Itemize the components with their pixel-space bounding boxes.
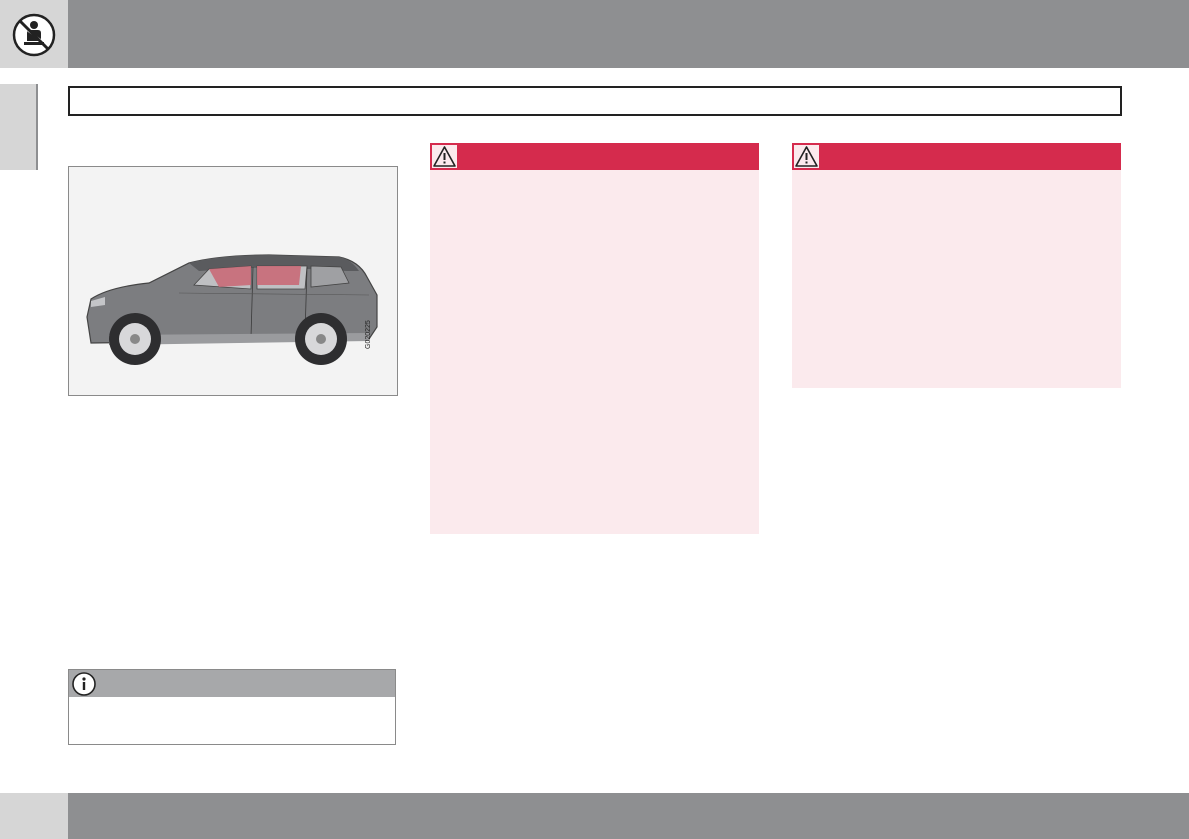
info-icon bbox=[71, 671, 97, 697]
section-title-frame bbox=[68, 86, 1122, 116]
chapter-side-tab[interactable] bbox=[0, 84, 38, 170]
footer-page-number-box bbox=[0, 793, 68, 839]
suv-side-view-illustration bbox=[86, 254, 378, 365]
warning-box bbox=[792, 143, 1121, 388]
warning-triangle-icon bbox=[794, 145, 819, 168]
warning-header bbox=[792, 143, 1121, 170]
curtain-airbag-figure: G020225 bbox=[68, 166, 398, 396]
warning-box bbox=[430, 143, 759, 534]
footer-bar bbox=[68, 793, 1189, 839]
figure-code: G020225 bbox=[365, 320, 372, 349]
warning-triangle-icon bbox=[432, 145, 457, 168]
header-bar bbox=[68, 0, 1189, 68]
note-box bbox=[68, 669, 396, 745]
note-header bbox=[69, 670, 395, 697]
seatbelt-occupant-icon bbox=[12, 13, 56, 57]
curtain-airbag-rear bbox=[257, 266, 301, 285]
warning-header bbox=[430, 143, 759, 170]
